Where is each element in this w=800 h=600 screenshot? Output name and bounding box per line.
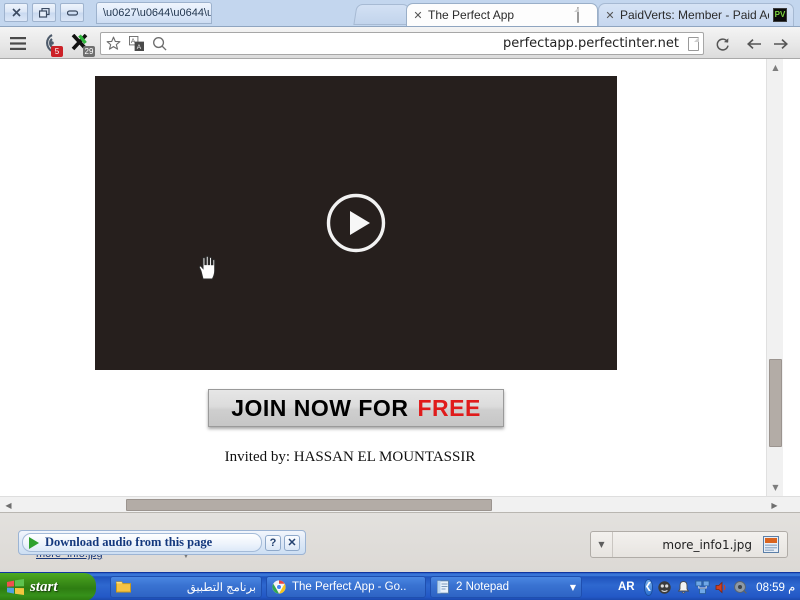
taskbar-item-label: The Perfect App - Go..: [292, 581, 407, 593]
browser-toolbar: 5 29 A A perfectapp.perfectinter.net: [0, 26, 800, 59]
window-ghost-tab: [353, 4, 411, 25]
taskbar-item-caret[interactable]: ▼: [570, 583, 576, 592]
tray-icon-group: [657, 580, 748, 595]
invited-by-text: Invited by: HASSAN EL MOUNTASSIR: [224, 449, 476, 465]
download-item-more-info1[interactable]: ▼ more_info1.jpg: [590, 531, 788, 558]
chrome-icon: [272, 580, 287, 594]
clock[interactable]: 08:59 م: [756, 580, 795, 594]
notepad-icon: [436, 580, 451, 594]
tab-strip: \u0627\u0644\u0644\u0644... ✕ The Perfec…: [0, 0, 800, 26]
horizontal-scroll-thumb[interactable]: [126, 499, 492, 511]
language-indicator[interactable]: AR: [618, 581, 635, 593]
window-titlebar-tab[interactable]: \u0627\u0644\u0644\u0644...: [96, 2, 212, 24]
windows-taskbar: start برنامج التطبيق The Perfect App - G…: [0, 572, 800, 600]
mouse-cursor-hand: [198, 255, 216, 280]
restore-icon: [38, 7, 50, 18]
tab-title: PaidVerts: Member - Paid Ad: [620, 8, 769, 22]
window-restore-button[interactable]: [32, 3, 56, 22]
bookmark-star-icon[interactable]: [101, 36, 125, 51]
tab-title: The Perfect App: [428, 8, 515, 22]
play-button-icon[interactable]: [325, 192, 387, 254]
arrow-right-icon: [773, 38, 788, 49]
tray-expand-button[interactable]: ❮: [643, 578, 654, 596]
network-icon[interactable]: [695, 580, 710, 595]
browser-window: \u0627\u0644\u0644\u0644... ✕ The Perfec…: [0, 0, 800, 572]
sound-icon[interactable]: [733, 580, 748, 595]
tab-paidverts[interactable]: ✕ PaidVerts: Member - Paid Ad PV: [598, 3, 794, 26]
green-play-icon: [29, 536, 39, 549]
taskbar-item-label: 2 Notepad: [456, 581, 510, 593]
extension-icon-1[interactable]: 5: [38, 33, 63, 57]
join-button-highlight: FREE: [417, 394, 481, 421]
extension-badge-count: 29: [83, 45, 95, 57]
download-shelf: more_info.jpg ▼ Download audio from this…: [0, 512, 800, 572]
window-close-button[interactable]: [4, 3, 28, 22]
video-player[interactable]: [95, 76, 617, 370]
blank-page-icon: [577, 6, 591, 23]
download-audio-label: Download audio from this page: [45, 535, 213, 549]
search-icon[interactable]: [147, 36, 171, 51]
download-item-filename: more_info1.jpg: [662, 537, 752, 552]
volume-icon[interactable]: [714, 580, 729, 595]
scroll-up-arrow[interactable]: ▲: [767, 59, 783, 76]
vertical-scrollbar[interactable]: ▲ ▼: [766, 59, 783, 496]
taskbar-item-folder[interactable]: برنامج التطبيق: [110, 576, 262, 598]
audio-overlay-close-button[interactable]: ✕: [284, 534, 300, 551]
taskbar-item-notepad[interactable]: 2 Notepad ▼: [430, 576, 582, 598]
window-minimize-button[interactable]: [60, 3, 84, 22]
reload-button[interactable]: [712, 33, 734, 54]
join-now-button[interactable]: JOIN NOW FOR FREE: [208, 389, 504, 427]
horizontal-scrollbar[interactable]: ◀ ▶: [0, 496, 800, 512]
tab-the-perfect-app[interactable]: ✕ The Perfect App: [406, 3, 598, 26]
extension-badge-count: 5: [51, 45, 63, 57]
web-page-content: JOIN NOW FOR FREE Invited by: HASSAN EL …: [0, 59, 783, 496]
bell-icon[interactable]: [676, 580, 691, 595]
url-text[interactable]: perfectapp.perfectinter.net: [171, 36, 683, 51]
audio-overlay-help-button[interactable]: ?: [265, 534, 281, 551]
pv-favicon: PV: [773, 7, 787, 23]
download-item-caret[interactable]: ▼: [591, 532, 613, 557]
svg-text:A: A: [136, 44, 141, 51]
jpg-file-icon: [760, 536, 782, 553]
minimize-icon: [66, 9, 78, 16]
start-label: start: [30, 578, 58, 595]
page-document-icon[interactable]: [683, 36, 703, 51]
vertical-scroll-thumb[interactable]: [769, 359, 782, 447]
screen: \u0627\u0644\u0644\u0644... ✕ The Perfec…: [0, 0, 800, 600]
scroll-right-arrow[interactable]: ▶: [766, 497, 783, 513]
taskbar-item-chrome[interactable]: The Perfect App - Go..: [266, 576, 426, 598]
system-tray: AR ❮ 08:59 م: [610, 573, 800, 600]
reload-icon: [716, 37, 729, 51]
join-button-text: JOIN NOW FOR: [231, 394, 409, 421]
windows-logo-icon: [7, 579, 24, 595]
start-button[interactable]: start: [0, 573, 96, 600]
scroll-left-arrow[interactable]: ◀: [0, 497, 17, 513]
folder-icon: [116, 580, 131, 594]
taskbar-item-label: برنامج التطبيق: [186, 582, 256, 594]
tab-close-icon[interactable]: ✕: [413, 9, 423, 22]
address-bar[interactable]: A A perfectapp.perfectinter.net: [100, 32, 704, 55]
translate-icon[interactable]: A A: [125, 36, 147, 51]
download-audio-overlay[interactable]: Download audio from this page ? ✕: [18, 530, 306, 555]
arrow-left-icon: [746, 38, 761, 49]
back-button[interactable]: [742, 33, 764, 54]
scroll-down-arrow[interactable]: ▼: [767, 479, 783, 496]
tab-close-icon[interactable]: ✕: [605, 9, 615, 22]
download-audio-button[interactable]: Download audio from this page: [22, 533, 262, 552]
hamburger-menu-icon[interactable]: [8, 33, 28, 54]
browser-viewport: JOIN NOW FOR FREE Invited by: HASSAN EL …: [0, 59, 800, 512]
forward-button[interactable]: [770, 33, 792, 54]
antivirus-icon[interactable]: [657, 580, 672, 595]
extension-icon-2[interactable]: 29: [70, 33, 95, 57]
close-icon: [11, 8, 21, 17]
